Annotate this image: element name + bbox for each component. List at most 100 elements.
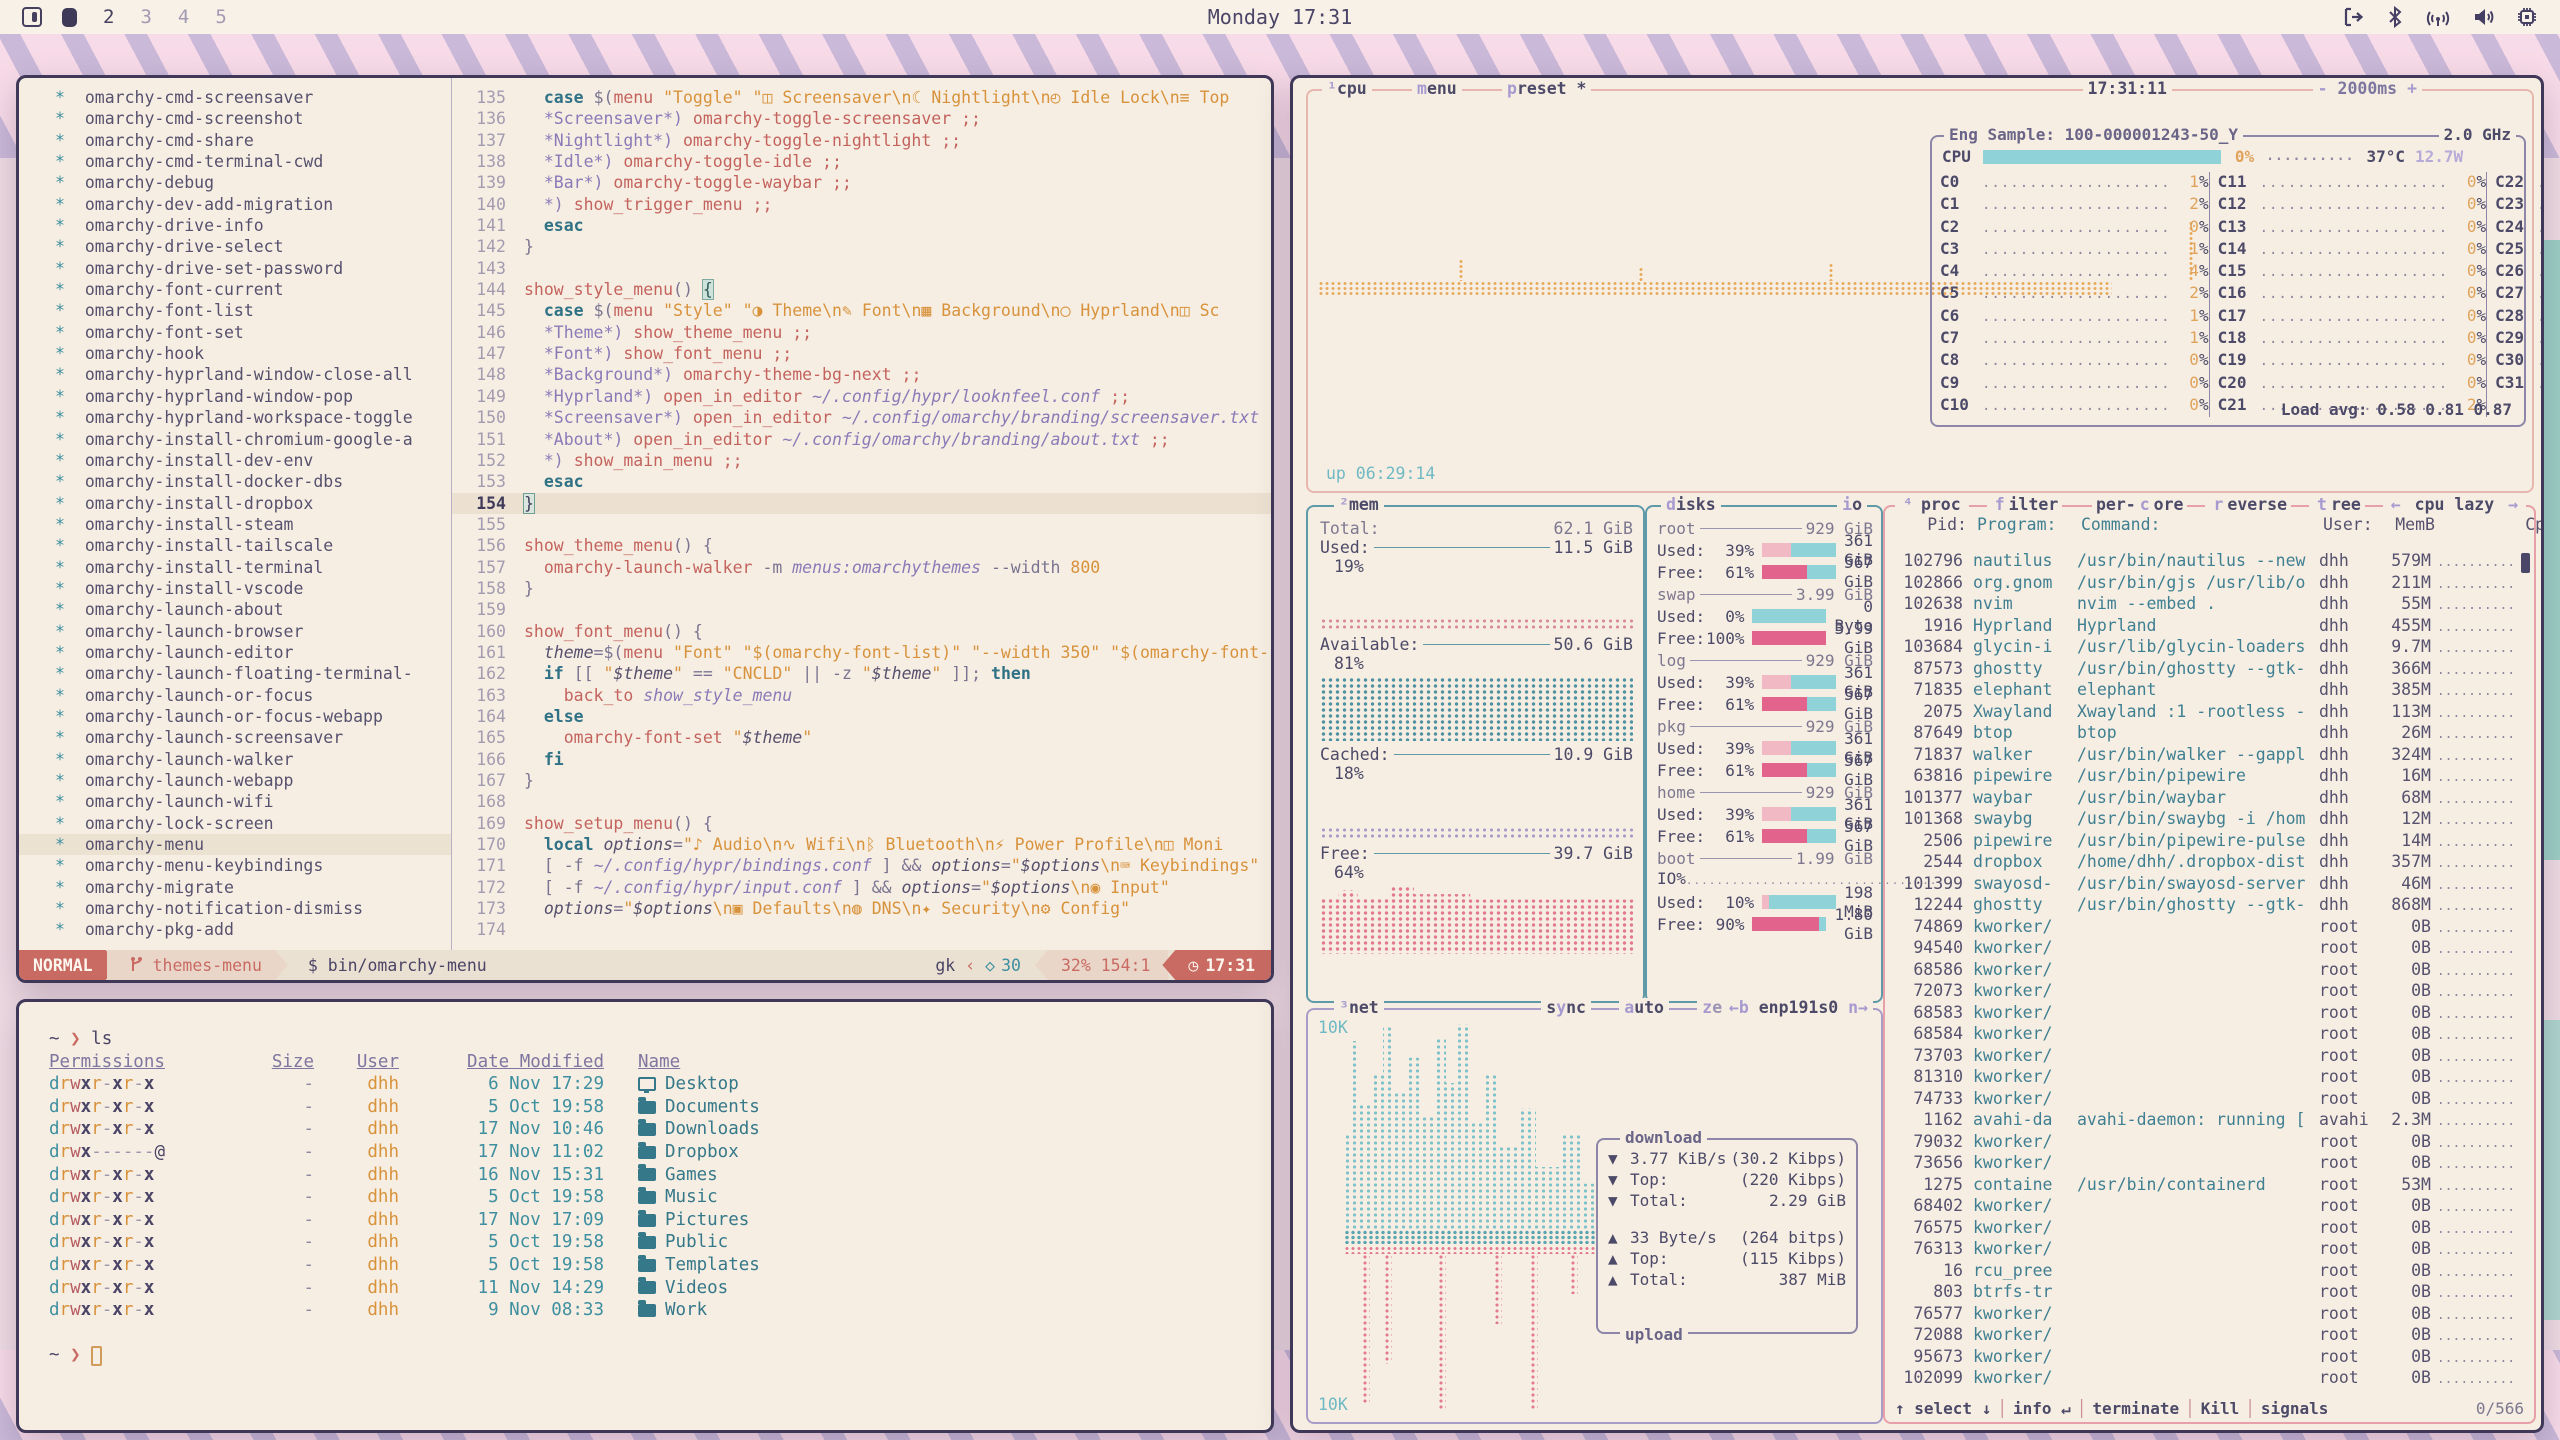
- file-item[interactable]: * omarchy-lock-screen: [19, 813, 451, 834]
- network-icon[interactable]: [2426, 6, 2450, 28]
- code-line[interactable]: 152 *) show_main_menu ;;: [452, 450, 1271, 471]
- net-interface[interactable]: ←b enp191s0 n→: [1724, 998, 1873, 1017]
- process-row[interactable]: 94540kworker/root0B..........0.0: [1891, 938, 2516, 960]
- workspace-5[interactable]: 5: [215, 6, 226, 28]
- file-item[interactable]: * omarchy-drive-set-password: [19, 258, 451, 279]
- process-row[interactable]: 68586kworker/root0B..........0.0: [1891, 960, 2516, 982]
- process-row[interactable]: 68583kworker/root0B..........0.0: [1891, 1003, 2516, 1025]
- proc-action-kill[interactable]: Kill: [2201, 1399, 2240, 1418]
- code-line[interactable]: 136 *Screensaver*) omarchy-toggle-screen…: [452, 108, 1271, 129]
- file-item[interactable]: * omarchy-pkg-add: [19, 919, 451, 940]
- git-branch-segment[interactable]: themes-menu: [107, 950, 288, 980]
- process-row[interactable]: 103684glycin-i/usr/lib/glycin-loadersdhh…: [1891, 637, 2516, 659]
- code-line[interactable]: 165 omarchy-font-set "$theme": [452, 727, 1271, 748]
- io-mode-button[interactable]: io: [1837, 495, 1867, 514]
- process-row[interactable]: 95673kworker/root0B..........0.0: [1891, 1347, 2516, 1369]
- file-item[interactable]: * omarchy-install-dev-env: [19, 450, 451, 471]
- file-item[interactable]: * omarchy-install-chromium-google-a: [19, 429, 451, 450]
- proc-action-terminate[interactable]: terminate: [2092, 1399, 2179, 1418]
- code-line[interactable]: 162 if [[ "$theme" == "CNCLD" || -z "$th…: [452, 663, 1271, 684]
- prompt-line[interactable]: ~ ❯: [49, 1344, 1271, 1367]
- file-item[interactable]: * omarchy-hook: [19, 343, 451, 364]
- logout-icon[interactable]: [2342, 6, 2364, 28]
- process-row[interactable]: 1916HyprlandHyprlanddhh455M..........0.2: [1891, 616, 2516, 638]
- workspace-1-active[interactable]: [62, 8, 77, 27]
- code-line[interactable]: 172 [ -f ~/.config/hypr/input.conf ] && …: [452, 877, 1271, 898]
- file-item[interactable]: * omarchy-launch-wifi: [19, 791, 451, 812]
- code-line[interactable]: 135 case $(menu "Toggle" "◫ Screensaver\…: [452, 87, 1271, 108]
- proc-action-info[interactable]: info ↵: [2013, 1399, 2071, 1418]
- code-line[interactable]: 143: [452, 258, 1271, 279]
- net-sync-button[interactable]: sync: [1541, 998, 1591, 1017]
- process-row[interactable]: 71837walker/usr/bin/walker --gappldhh324…: [1891, 745, 2516, 767]
- code-line[interactable]: 147 *Font*) show_font_menu ;;: [452, 343, 1271, 364]
- process-row[interactable]: 102638nvimnvim --embed .dhh55M..........…: [1891, 594, 2516, 616]
- process-row[interactable]: 81310kworker/root0B..........0.0: [1891, 1067, 2516, 1089]
- process-row[interactable]: 68402kworker/root0B..........0.0: [1891, 1196, 2516, 1218]
- file-item[interactable]: * omarchy-install-dropbox: [19, 493, 451, 514]
- code-line[interactable]: 149 *Hyprland*) open_in_editor ~/.config…: [452, 386, 1271, 407]
- code-line[interactable]: 170 local options="♪ Audio\n∿ Wifi\nᛒ Bl…: [452, 834, 1271, 855]
- file-item[interactable]: * omarchy-drive-select: [19, 236, 451, 257]
- code-line[interactable]: 144show_style_menu() {: [452, 279, 1271, 300]
- code-line[interactable]: 148 *Background*) omarchy-theme-bg-next …: [452, 364, 1271, 385]
- file-item[interactable]: * omarchy-font-current: [19, 279, 451, 300]
- process-row[interactable]: 87649btopbtopdhh26M..........0.0: [1891, 723, 2516, 745]
- process-row[interactable]: 68584kworker/root0B..........0.0: [1891, 1024, 2516, 1046]
- file-item[interactable]: * omarchy-install-terminal: [19, 557, 451, 578]
- code-line[interactable]: 142}: [452, 236, 1271, 257]
- process-row[interactable]: 79032kworker/root0B..........0.0: [1891, 1132, 2516, 1154]
- bluetooth-icon[interactable]: [2386, 6, 2404, 28]
- code-line[interactable]: 139 *Bar*) omarchy-toggle-waybar ;;: [452, 172, 1271, 193]
- file-item[interactable]: * omarchy-launch-walker: [19, 749, 451, 770]
- process-row[interactable]: 72073kworker/root0B..........0.0: [1891, 981, 2516, 1003]
- terminal-window[interactable]: ~ ❯ lsPermissionsSizeUserDate ModifiedNa…: [16, 999, 1274, 1433]
- net-box-title[interactable]: ³net: [1334, 998, 1384, 1017]
- process-row[interactable]: 101399swayosd-/usr/bin/swayosd-serverdhh…: [1891, 874, 2516, 896]
- code-line[interactable]: 158}: [452, 578, 1271, 599]
- file-item[interactable]: * omarchy-hyprland-window-close-all: [19, 364, 451, 385]
- code-line[interactable]: 138 *Idle*) omarchy-toggle-idle ;;: [452, 151, 1271, 172]
- code-line[interactable]: 141 esac: [452, 215, 1271, 236]
- preset-button[interactable]: preset *: [1502, 79, 1591, 98]
- process-row[interactable]: 73656kworker/root0B..........0.0: [1891, 1153, 2516, 1175]
- file-item[interactable]: * omarchy-cmd-screensaver: [19, 87, 451, 108]
- process-row[interactable]: 16rcu_preeroot0B..........0.0: [1891, 1261, 2516, 1283]
- code-line[interactable]: 163 back_to show_style_menu: [452, 685, 1271, 706]
- proc-table-header[interactable]: Pid: Program: Command: User: MemB Cpu% ↑: [1885, 507, 2534, 555]
- code-line[interactable]: 154}: [452, 493, 1271, 514]
- process-row[interactable]: 76313kworker/root0B..........0.0: [1891, 1239, 2516, 1261]
- file-item[interactable]: * omarchy-launch-or-focus-webapp: [19, 706, 451, 727]
- file-item[interactable]: * omarchy-cmd-share: [19, 130, 451, 151]
- process-row[interactable]: 102866org.gnom/usr/bin/gjs /usr/lib/odhh…: [1891, 573, 2516, 595]
- workspace-4[interactable]: 4: [178, 6, 189, 28]
- process-row[interactable]: 2075XwaylandXwayland :1 -rootless -dhh11…: [1891, 702, 2516, 724]
- code-line[interactable]: 156show_theme_menu() {: [452, 535, 1271, 556]
- process-row[interactable]: 73703kworker/root0B..........0.0: [1891, 1046, 2516, 1068]
- volume-icon[interactable]: [2472, 6, 2494, 28]
- code-line[interactable]: 173 options="$options\n▣ Defaults\n◍ DNS…: [452, 898, 1271, 919]
- code-line[interactable]: 137 *Nightlight*) omarchy-toggle-nightli…: [452, 130, 1271, 151]
- code-line[interactable]: 145 case $(menu "Style" "◑ Theme\n✎ Font…: [452, 300, 1271, 321]
- process-row[interactable]: 2544dropbox/home/dhh/.dropbox-distdhh357…: [1891, 852, 2516, 874]
- code-line[interactable]: 166 fi: [452, 749, 1271, 770]
- process-list[interactable]: 102796nautilus/usr/bin/nautilus --newdhh…: [1891, 551, 2516, 1388]
- file-item[interactable]: * omarchy-install-steam: [19, 514, 451, 535]
- file-item[interactable]: * omarchy-hyprland-window-pop: [19, 386, 451, 407]
- code-pane[interactable]: 135 case $(menu "Toggle" "◫ Screensaver\…: [452, 78, 1271, 950]
- workspace-2[interactable]: 2: [103, 6, 114, 28]
- file-item[interactable]: * omarchy-menu: [19, 834, 451, 855]
- file-item[interactable]: * omarchy-launch-or-focus: [19, 685, 451, 706]
- workspace-3[interactable]: 3: [140, 6, 151, 28]
- file-item[interactable]: * omarchy-launch-editor: [19, 642, 451, 663]
- process-row[interactable]: 87573ghostty/usr/bin/ghostty --gtk-dhh36…: [1891, 659, 2516, 681]
- file-item[interactable]: * omarchy-launch-about: [19, 599, 451, 620]
- code-line[interactable]: 161 theme=$(menu "Font" "$(omarchy-font-…: [452, 642, 1271, 663]
- file-item[interactable]: * omarchy-install-docker-dbs: [19, 471, 451, 492]
- process-row[interactable]: 74733kworker/root0B..........0.0: [1891, 1089, 2516, 1111]
- file-item[interactable]: * omarchy-menu-keybindings: [19, 855, 451, 876]
- code-line[interactable]: 174: [452, 919, 1271, 940]
- code-line[interactable]: 146 *Theme*) show_theme_menu ;;: [452, 322, 1271, 343]
- file-item[interactable]: * omarchy-launch-browser: [19, 621, 451, 642]
- process-row[interactable]: 102099kworker/root0B..........0.0↓: [1891, 1368, 2516, 1388]
